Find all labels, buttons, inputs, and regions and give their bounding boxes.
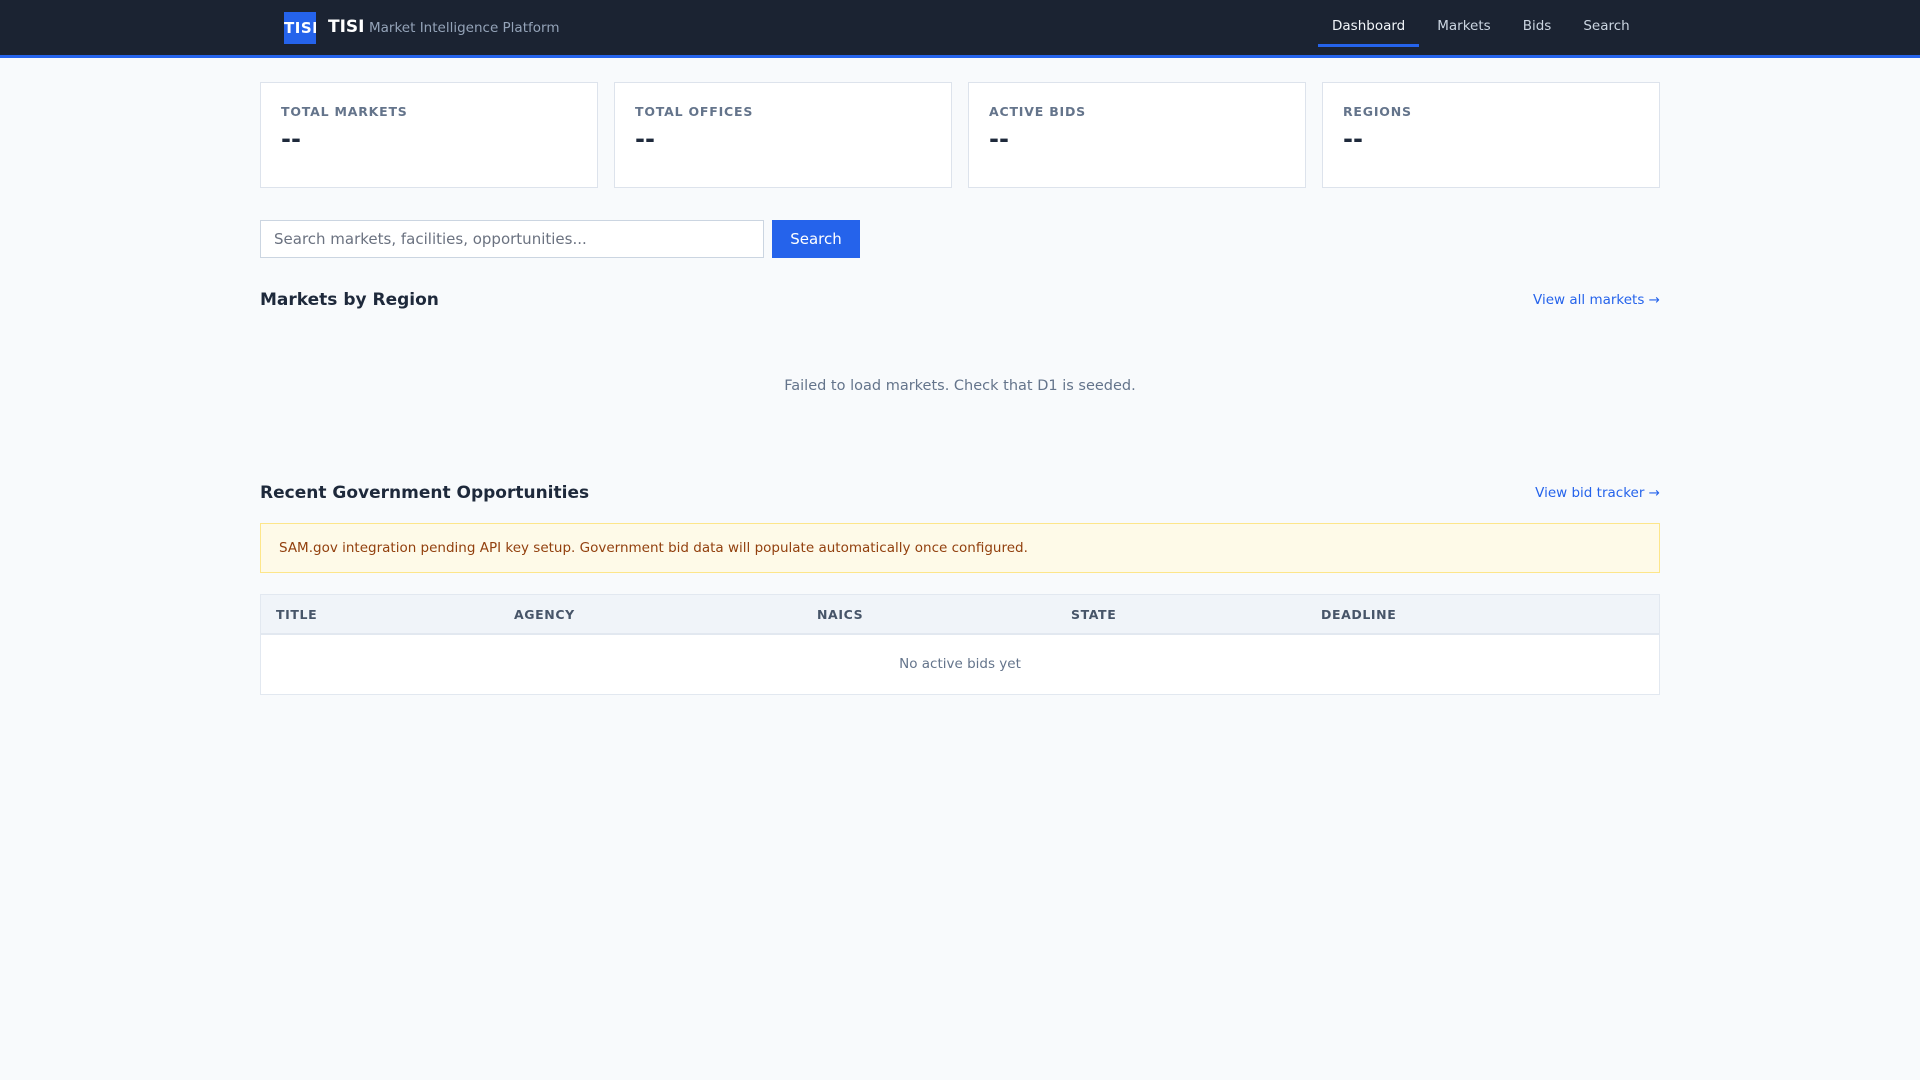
table-empty-row: No active bids yet	[899, 656, 1021, 672]
nav-markets[interactable]: Markets	[1423, 0, 1504, 47]
opportunities-section-header: Recent Government Opportunities View bid…	[260, 483, 1660, 503]
top-header: TISI TISI Market Intelligence Platform D…	[0, 0, 1920, 58]
stats-cards: TOTAL MARKETS -- TOTAL OFFICES -- ACTIVE B…	[260, 82, 1660, 188]
search-button[interactable]: Search	[772, 220, 860, 258]
column-header-title[interactable]: TITLE	[261, 607, 499, 622]
main-nav: Dashboard Markets Bids Search	[1318, 0, 1648, 47]
section-title: Markets by Region	[260, 290, 439, 310]
tagline: Market Intelligence Platform	[369, 20, 560, 36]
stat-label: TOTAL OFFICES	[635, 104, 754, 119]
nav-dashboard[interactable]: Dashboard	[1318, 0, 1420, 47]
column-header-deadline[interactable]: DEADLINE	[1306, 607, 1659, 622]
stat-value: --	[635, 125, 655, 153]
column-header-state[interactable]: STATE	[1056, 607, 1306, 622]
markets-error-message: Failed to load markets. Check that D1 is…	[784, 378, 1136, 394]
search-bar: Search	[260, 220, 1660, 258]
brand-name: TISI	[328, 17, 365, 37]
column-header-agency[interactable]: AGENCY	[499, 607, 802, 622]
stat-label: REGIONS	[1343, 104, 1412, 119]
search-input[interactable]	[260, 220, 764, 258]
sam-gov-alert: SAM.gov integration pending API key setu…	[260, 523, 1660, 573]
stat-value: --	[1343, 125, 1363, 153]
stat-card-active-bids: ACTIVE BIDS --	[968, 82, 1306, 188]
stat-value: --	[989, 125, 1009, 153]
logo[interactable]: TISI	[284, 12, 316, 44]
stat-value: --	[281, 125, 301, 153]
nav-search[interactable]: Search	[1569, 0, 1643, 47]
table-header: TITLE AGENCY NAICS STATE DEADLINE	[261, 595, 1659, 635]
stat-card-total-markets: TOTAL MARKETS --	[260, 82, 598, 188]
column-header-naics[interactable]: NAICS	[802, 607, 1056, 622]
view-bid-tracker-link[interactable]: View bid tracker →	[1535, 485, 1660, 501]
stat-card-regions: REGIONS --	[1322, 82, 1660, 188]
view-all-markets-link[interactable]: View all markets →	[1533, 292, 1660, 308]
markets-section-header: Markets by Region View all markets →	[260, 290, 1660, 310]
nav-bids[interactable]: Bids	[1509, 0, 1566, 47]
section-title: Recent Government Opportunities	[260, 483, 590, 503]
bids-table: TITLE AGENCY NAICS STATE DEADLINE No act…	[260, 594, 1660, 695]
stat-label: ACTIVE BIDS	[989, 104, 1086, 119]
stat-card-total-offices: TOTAL OFFICES --	[614, 82, 952, 188]
stat-label: TOTAL MARKETS	[281, 104, 408, 119]
